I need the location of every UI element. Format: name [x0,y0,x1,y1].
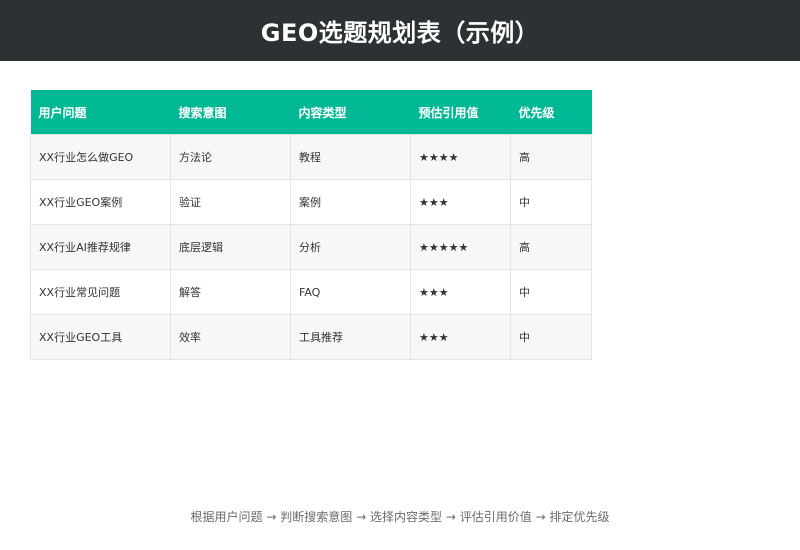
cell-search-intent: 方法论 [170,134,291,180]
cell-user-question: XX行业AI推荐规律 [30,224,171,270]
arrow-right-icon: → [356,510,367,524]
cell-search-intent: 解答 [170,269,291,315]
cell-user-question: XX行业怎么做GEO [30,134,171,180]
header-user-question: 用户问题 [30,90,171,135]
cell-priority: 中 [510,314,592,360]
table-row: XX行业怎么做GEO 方法论 教程 ★★★★ 高 [30,134,592,180]
cell-content-type: 案例 [290,179,411,225]
flow-step: 排定优先级 [549,510,610,524]
header-priority: 优先级 [510,90,592,135]
cell-search-intent: 效率 [170,314,291,360]
arrow-right-icon: → [535,510,546,524]
cell-content-type: 工具推荐 [290,314,411,360]
table-header-row: 用户问题 搜索意图 内容类型 预估引用值 优先级 [30,90,592,135]
cell-user-question: XX行业GEO案例 [30,179,171,225]
cell-citation-stars: ★★★ [410,269,511,315]
page-title: GEO选题规划表（示例） [260,19,540,47]
cell-content-type: 教程 [290,134,411,180]
flow-step: 评估引用价值 [459,510,532,524]
flow-step: 根据用户问题 [190,510,263,524]
cell-priority: 中 [510,269,592,315]
cell-citation-stars: ★★★ [410,314,511,360]
workflow-caption: 根据用户问题 → 判断搜索意图 → 选择内容类型 → 评估引用价值 → 排定优先… [0,508,800,525]
arrow-right-icon: → [266,510,277,524]
flow-step: 选择内容类型 [369,510,442,524]
cell-priority: 中 [510,179,592,225]
cell-user-question: XX行业GEO工具 [30,314,171,360]
topic-planning-table: 用户问题 搜索意图 内容类型 预估引用值 优先级 XX行业怎么做GEO 方法论 … [30,90,592,360]
cell-search-intent: 验证 [170,179,291,225]
header-content-type: 内容类型 [290,90,411,135]
header-search-intent: 搜索意图 [170,90,291,135]
cell-priority: 高 [510,134,592,180]
flow-step: 判断搜索意图 [280,510,353,524]
header-citation-value: 预估引用值 [410,90,511,135]
cell-citation-stars: ★★★★ [410,134,511,180]
cell-content-type: 分析 [290,224,411,270]
table-row: XX行业GEO工具 效率 工具推荐 ★★★ 中 [30,314,592,360]
cell-user-question: XX行业常见问题 [30,269,171,315]
title-bar: GEO选题规划表（示例） [0,0,800,61]
cell-search-intent: 底层逻辑 [170,224,291,270]
table-row: XX行业AI推荐规律 底层逻辑 分析 ★★★★★ 高 [30,224,592,270]
arrow-right-icon: → [445,510,456,524]
cell-priority: 高 [510,224,592,270]
table-row: XX行业常见问题 解答 FAQ ★★★ 中 [30,269,592,315]
cell-citation-stars: ★★★★★ [410,224,511,270]
cell-citation-stars: ★★★ [410,179,511,225]
table-row: XX行业GEO案例 验证 案例 ★★★ 中 [30,179,592,225]
cell-content-type: FAQ [290,269,411,315]
